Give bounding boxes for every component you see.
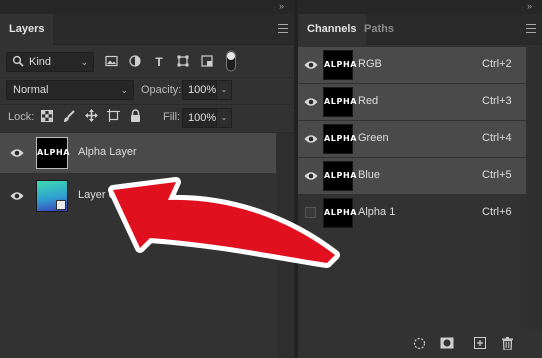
annotation-arrow [108,177,340,268]
